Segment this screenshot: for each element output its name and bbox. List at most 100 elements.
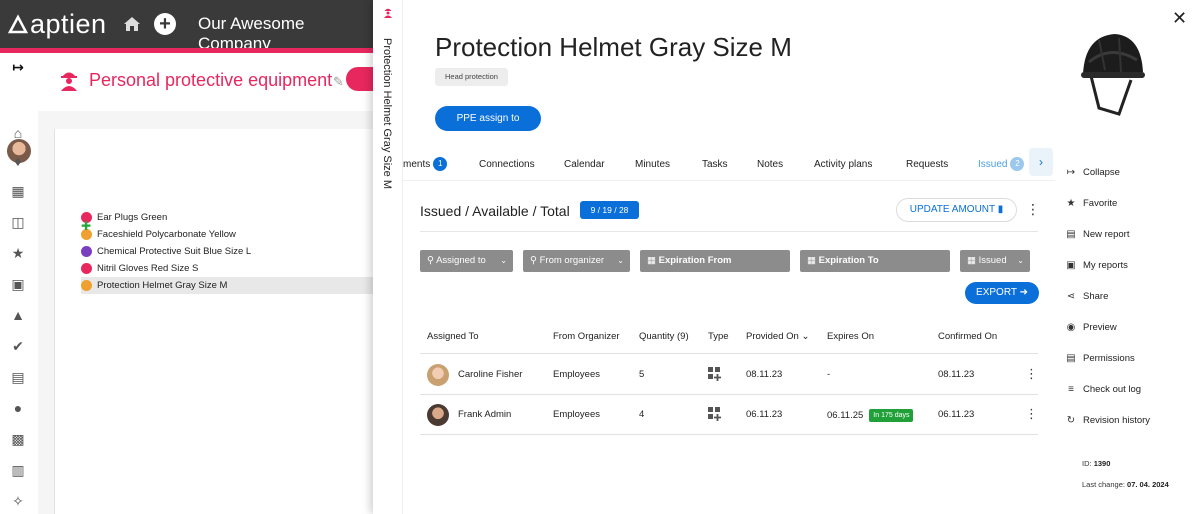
avatar [427,404,449,426]
share-icon: ⋖ [1066,291,1076,302]
panel-vertical-strip[interactable]: Protection Helmet Gray Size M [373,0,403,514]
search-icon: ⚲ [427,255,434,266]
tab-activity-plans[interactable]: Activity plans [814,150,872,180]
helmet-image [1081,34,1145,116]
tab-documents[interactable]: ments 1 [403,150,448,180]
action-favorite[interactable]: ★ Favorite [1067,196,1118,212]
column-header[interactable]: From Organizer [553,331,620,342]
tab-badge: 2 [1010,157,1025,171]
export-button[interactable]: EXPORT ➜ [965,282,1039,304]
action-new-report[interactable]: ▤ New report [1066,227,1129,243]
star-icon[interactable]: ★ [10,245,26,261]
close-icon[interactable]: ✕ [1172,8,1187,29]
actions-sidebar: ↦ Collapse ★ Favorite ▤ New report ▣ My repo… [1055,150,1200,514]
calendar-icon: ▦ [967,255,976,266]
background-content: Personal protective equipment ✎ Ear Plug… [38,53,386,514]
row-more-icon[interactable]: ⋮ [1025,366,1038,382]
confirmed-on-cell: 06.11.23 [938,409,975,420]
expiration-to-filter[interactable]: ▦ Expiration To [800,250,950,272]
collapse-icon: ↦ [1066,167,1076,178]
calendar-icon[interactable]: ▦ [10,183,26,199]
clipboard-list-icon[interactable]: ▩ [10,431,26,447]
aptien-logo[interactable]: aptien [8,9,107,39]
action-my-reports[interactable]: ▣ My reports [1066,258,1128,274]
tree-item[interactable]: Nitril Gloves Red Size S [81,260,198,277]
confirmed-on-cell: 08.11.23 [938,369,975,380]
summary-label: Issued / Available / Total [420,203,570,219]
expiration-from-filter[interactable]: ▦ Expiration From [640,250,790,272]
avatar [427,364,449,386]
permissions-icon: ▤ [1066,353,1076,364]
chevron-down-icon: ⌄ [500,256,507,265]
column-header[interactable]: Type [708,331,729,342]
check-circle-icon[interactable]: ✔ [10,338,26,354]
action-revision-history[interactable]: ↻ Revision history [1067,413,1150,429]
more-icon[interactable]: ⋮ [1026,201,1040,218]
divider [420,231,1038,232]
report-icon[interactable]: ▤ [10,369,26,385]
tabs-next-button[interactable]: › [1029,148,1053,176]
column-header[interactable]: Quantity (9) [639,331,689,342]
gloves-icon [81,263,92,274]
helmet-icon [81,280,92,291]
tree-item-selected[interactable]: Protection Helmet Gray Size M [81,277,381,294]
document-icon[interactable]: ▣ [10,276,26,292]
tab-calendar[interactable]: Calendar [564,150,605,180]
tab-tasks[interactable]: Tasks [702,150,728,180]
tree-item[interactable]: Faceshield Polycarbonate Yellow [81,226,236,243]
new-report-icon: ▤ [1066,229,1076,240]
network-icon[interactable]: ✧ [10,493,26,509]
calendar-icon: ▦ [807,255,816,266]
quantity-cell: 5 [639,369,645,380]
action-collapse[interactable]: ↦ Collapse [1067,165,1120,181]
action-permissions[interactable]: ▤ Permissions [1066,351,1134,367]
home-icon[interactable] [122,14,142,34]
assigned-to-filter[interactable]: ⚲ Assigned to ⌄ [420,250,513,272]
action-check-out-log[interactable]: ≡ Check out log [1068,382,1141,398]
row-divider [420,434,1038,435]
column-header[interactable]: Expires On [827,331,874,342]
vertical-title: Protection Helmet Gray Size M [381,38,393,189]
clipboard-icon[interactable]: ◫ [10,214,26,230]
ppe-assign-button[interactable]: PPE assign to [435,106,541,131]
tree-item[interactable]: Ear Plugs Green [81,209,167,226]
issued-card: Issued / Available / Total 9 / 19 / 28 U… [403,180,1055,514]
library-icon[interactable]: ▥ [10,462,26,478]
column-header[interactable]: Confirmed On [938,331,997,342]
bell-icon[interactable]: ♦ [10,153,26,169]
category-tag[interactable]: Head protection [435,68,508,86]
top-bar: aptien + Our Awesome Company [0,0,380,53]
from-organizer-filter[interactable]: ⚲ From organizer ⌄ [523,250,630,272]
left-nav: ↦ ⌂ ♦ ▦ ◫ ★ ▣ ▲ ✔ ▤ ● ▩ ▥ ✧ [0,53,38,514]
tree-item[interactable]: Chemical Protective Suit Blue Size L [81,243,251,260]
edit-icon[interactable]: ✎ [333,74,344,90]
tab-issued[interactable]: Issued 2 [963,150,1040,180]
assigned-to-cell[interactable]: Frank Admin [458,409,511,420]
chevron-down-icon: ⌄ [1017,256,1024,265]
person-icon[interactable]: ● [10,400,26,416]
column-header-sorted[interactable]: Provided On ⌄ [746,331,809,342]
from-organizer-cell: Employees [553,409,600,420]
expand-icon[interactable]: ↦ [10,59,26,75]
search-icon: ⚲ [530,255,537,266]
update-amount-button[interactable]: UPDATE AMOUNT ▮ [896,198,1017,222]
column-header[interactable]: Assigned To [427,331,479,342]
add-icon[interactable]: + [154,13,176,35]
dog-icon[interactable]: ▲ [10,307,26,323]
row-more-icon[interactable]: ⋮ [1025,406,1038,422]
action-share[interactable]: ⋖ Share [1067,289,1109,305]
type-grid-plus-icon [708,367,721,381]
tab-requests[interactable]: Requests [906,150,948,180]
issued-select[interactable]: ▦ Issued ⌄ [960,250,1030,272]
type-grid-plus-icon [708,407,721,421]
tab-notes[interactable]: Notes [757,150,783,180]
quantity-cell: 4 [639,409,645,420]
chevron-down-icon: ⌄ [617,256,624,265]
add-tree-item-icon[interactable]: ✚ [81,219,91,233]
tab-connections[interactable]: Connections [479,150,535,180]
home-icon[interactable]: ⌂ [10,125,26,141]
tab-minutes[interactable]: Minutes [635,150,670,180]
action-preview[interactable]: ◉ Preview [1067,320,1117,336]
star-icon: ★ [1066,198,1076,209]
assigned-to-cell[interactable]: Caroline Fisher [458,369,522,380]
